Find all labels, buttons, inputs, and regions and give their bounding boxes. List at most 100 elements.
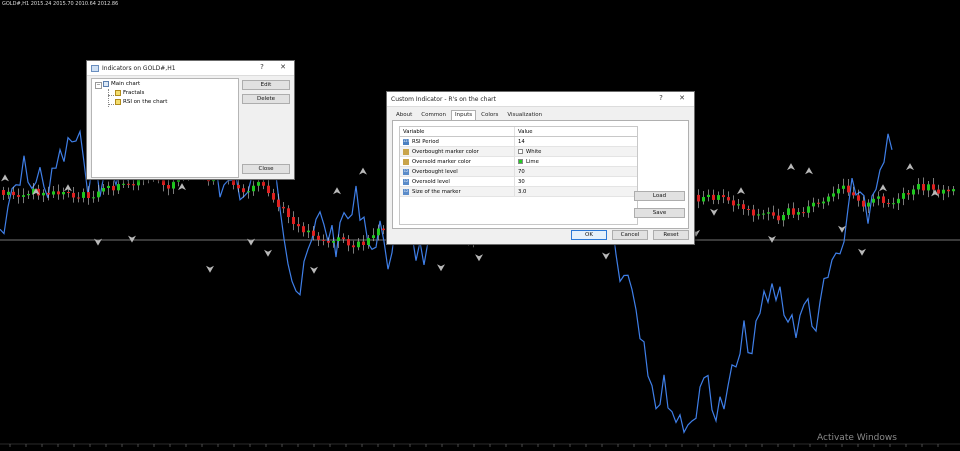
candle-body — [347, 239, 350, 246]
variable-name: Oversold marker color — [412, 158, 471, 165]
table-row[interactable]: 123 RSI Period 14 — [400, 137, 637, 147]
close-icon[interactable]: ✕ — [677, 94, 687, 102]
tab-inputs[interactable]: Inputs — [451, 110, 477, 120]
table-row[interactable]: 12 Overbought level 70 — [400, 167, 637, 177]
candle-body — [917, 184, 920, 190]
delete-button[interactable]: Delete — [242, 94, 290, 104]
candle-body — [787, 208, 790, 216]
candle-body — [727, 197, 730, 201]
inputs-grid[interactable]: Variable Value 123 RSI Period 14 Overboug… — [399, 126, 638, 225]
variable-name: Oversold level — [412, 178, 450, 185]
candle-body — [12, 191, 15, 196]
edit-button[interactable]: Edit — [242, 80, 290, 90]
candle-body — [262, 181, 265, 186]
fractal-arrow-icon — [178, 183, 186, 191]
tree-item-main-chart[interactable]: Main chart — [103, 81, 140, 87]
indicator-tree[interactable]: − Main chart Fractals RSI on the chart — [91, 78, 239, 178]
candle-body — [827, 196, 830, 202]
candle-body — [237, 184, 240, 189]
help-button[interactable]: ? — [257, 63, 267, 71]
candle-body — [92, 197, 95, 199]
candle-body — [322, 239, 325, 241]
candle-body — [937, 189, 940, 194]
candle-body — [822, 201, 825, 204]
candle-body — [357, 241, 360, 248]
load-button[interactable]: Load — [634, 191, 685, 201]
candle-body — [762, 213, 765, 215]
candle-body — [2, 190, 5, 195]
indicators-dialog-titlebar[interactable]: Indicators on GOLD#,H1 ? ✕ — [87, 61, 294, 76]
candle-body — [17, 195, 20, 197]
fractal-arrow-icon — [787, 163, 795, 171]
cancel-button[interactable]: Cancel — [612, 230, 648, 240]
help-button[interactable]: ? — [656, 94, 666, 102]
candle-body — [82, 192, 85, 198]
candle-body — [132, 184, 135, 186]
indicator-icon — [115, 90, 121, 96]
table-row[interactable]: Overbought marker color White — [400, 147, 637, 157]
column-header-value: Value — [515, 127, 637, 136]
integer-icon: 123 — [403, 138, 410, 145]
activate-windows-watermark: Activate Windows — [817, 433, 897, 443]
candle-body — [352, 245, 355, 248]
ok-button[interactable]: OK — [571, 230, 607, 240]
candle-body — [777, 215, 780, 221]
tree-item-rsi-on-chart[interactable]: RSI on the chart — [115, 99, 167, 105]
variable-value[interactable]: 70 — [518, 169, 525, 175]
candle-body — [42, 192, 45, 196]
candle-body — [107, 185, 110, 188]
close-button[interactable]: Close — [242, 164, 290, 174]
candle-body — [802, 212, 805, 214]
tree-item-fractals[interactable]: Fractals — [115, 90, 144, 96]
save-button[interactable]: Save — [634, 208, 685, 218]
reset-button[interactable]: Reset — [653, 230, 689, 240]
variable-value[interactable]: 14 — [518, 139, 525, 145]
custom-indicator-dialog[interactable]: Custom Indicator - R's on the chart ? ✕ … — [386, 91, 695, 245]
variable-name: Overbought level — [412, 168, 458, 175]
tree-item-label: Main chart — [111, 81, 141, 87]
candle-body — [282, 206, 285, 209]
candle-body — [722, 195, 725, 198]
variable-value[interactable]: 3.0 — [518, 189, 526, 195]
tree-item-label: Fractals — [123, 90, 145, 96]
variable-value[interactable]: White — [526, 149, 541, 155]
fractal-arrow-icon — [1, 174, 9, 182]
custom-dialog-titlebar[interactable]: Custom Indicator - R's on the chart ? ✕ — [387, 92, 694, 107]
close-icon[interactable]: ✕ — [278, 63, 288, 71]
candle-body — [97, 191, 100, 198]
candle-body — [907, 193, 910, 195]
candle-body — [757, 214, 760, 216]
fractal-arrow-icon — [64, 184, 72, 192]
candle-body — [852, 192, 855, 196]
collapse-icon[interactable]: − — [95, 82, 102, 89]
fractal-arrow-icon — [310, 266, 318, 274]
variable-value[interactable]: Lime — [526, 159, 539, 165]
candle-body — [242, 188, 245, 193]
candle-body — [857, 195, 860, 201]
variable-name: RSI Period — [412, 138, 439, 145]
indicators-dialog-title: Indicators on GOLD#,H1 — [102, 64, 176, 72]
candle-body — [77, 197, 80, 199]
candle-body — [267, 185, 270, 194]
fractal-arrow-icon — [768, 235, 776, 243]
indicators-dialog[interactable]: Indicators on GOLD#,H1 ? ✕ − Main chart … — [86, 60, 295, 180]
table-row[interactable]: 12 Size of the marker 3.0 — [400, 187, 637, 197]
candle-body — [377, 228, 380, 236]
grid-header: Variable Value — [400, 127, 637, 137]
candle-body — [117, 184, 120, 191]
candle-body — [912, 189, 915, 195]
variable-value[interactable]: 30 — [518, 179, 525, 185]
candle-body — [812, 202, 815, 207]
table-row[interactable]: 12 Oversold level 30 — [400, 177, 637, 187]
chart-icon — [103, 81, 109, 87]
candle-body — [847, 185, 850, 193]
candle-body — [307, 230, 310, 233]
candle-body — [902, 193, 905, 199]
fractal-arrow-icon — [879, 184, 887, 192]
table-row[interactable]: Oversold marker color Lime — [400, 157, 637, 167]
candle-body — [927, 184, 930, 191]
candle-body — [102, 187, 105, 192]
time-axis — [0, 443, 960, 447]
candle-body — [877, 196, 880, 199]
candle-body — [922, 184, 925, 191]
